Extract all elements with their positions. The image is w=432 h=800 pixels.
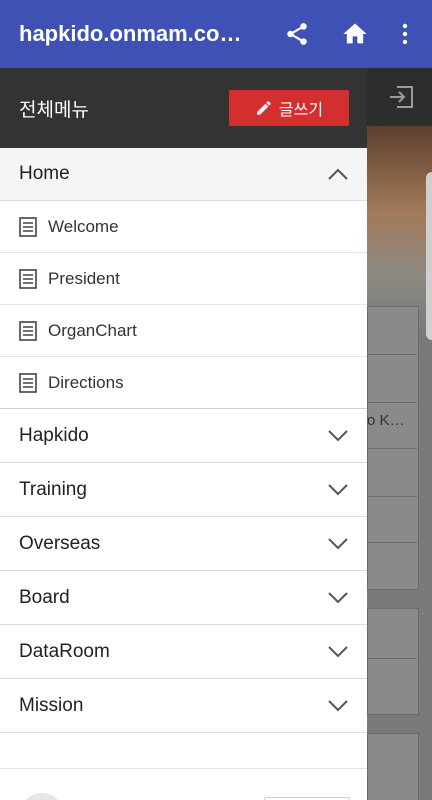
background-card-3	[367, 733, 419, 800]
menu-section-board[interactable]: Board	[0, 571, 367, 625]
submenu-item-label: Welcome	[48, 216, 119, 236]
submenu-item-directions[interactable]: Directions	[0, 357, 367, 409]
chevron-up-icon	[327, 163, 349, 185]
background-snippet: o K…	[367, 412, 405, 429]
submenu-item-label: OrganChart	[48, 320, 137, 340]
drawer-title: 전체메뉴	[19, 99, 89, 121]
menu-section-dataroom[interactable]: DataRoom	[0, 625, 367, 679]
nav-drawer: 전체메뉴 글쓰기 Home Welcome President OrganCha…	[0, 68, 367, 800]
chevron-down-icon	[327, 479, 349, 501]
drawer-header: 전체메뉴 글쓰기	[0, 68, 367, 148]
chevron-down-icon	[327, 641, 349, 663]
menu-section-label: Board	[19, 586, 70, 608]
submenu-item-organchart[interactable]: OrganChart	[0, 305, 367, 357]
drawer-footer	[0, 768, 367, 800]
chevron-down-icon	[327, 695, 349, 717]
chevron-down-icon	[327, 587, 349, 609]
home-icon[interactable]	[330, 0, 380, 68]
background-card-2	[367, 608, 419, 715]
chevron-down-icon	[327, 425, 349, 447]
more-vert-icon[interactable]	[390, 0, 420, 68]
app-bar: hapkido.onmam.co…	[0, 0, 432, 68]
pencil-icon	[257, 101, 271, 115]
submenu-item-welcome[interactable]: Welcome	[0, 201, 367, 253]
menu-section-label: Training	[19, 478, 87, 500]
chevron-down-icon	[327, 533, 349, 555]
login-icon	[390, 86, 413, 108]
menu-section-label: DataRoom	[19, 640, 110, 662]
document-icon	[19, 216, 37, 237]
document-icon	[19, 268, 37, 289]
background-page: o K…	[367, 68, 432, 800]
submenu-item-president[interactable]: President	[0, 253, 367, 305]
document-icon	[19, 372, 37, 393]
menu-section-label: Home	[19, 163, 70, 184]
document-icon	[19, 320, 37, 341]
menu-section-label: Overseas	[19, 532, 101, 554]
write-button-label: 글쓰기	[278, 102, 324, 119]
write-button[interactable]: 글쓰기	[229, 90, 349, 126]
app-title: hapkido.onmam.co…	[19, 21, 242, 46]
submenu-item-label: Directions	[48, 372, 124, 392]
menu-section-label: Hapkido	[19, 424, 89, 446]
menu-section-training[interactable]: Training	[0, 463, 367, 517]
share-icon[interactable]	[272, 0, 322, 68]
menu-section-overseas[interactable]: Overseas	[0, 517, 367, 571]
background-topbar	[367, 68, 432, 126]
menu-section-hapkido[interactable]: Hapkido	[0, 409, 367, 463]
background-side-tab	[426, 172, 432, 340]
menu-section-mission[interactable]: Mission	[0, 679, 367, 733]
menu-section-home[interactable]: Home	[0, 148, 367, 201]
submenu-item-label: President	[48, 268, 120, 288]
menu-section-label: Mission	[19, 694, 84, 716]
avatar[interactable]	[20, 793, 64, 800]
